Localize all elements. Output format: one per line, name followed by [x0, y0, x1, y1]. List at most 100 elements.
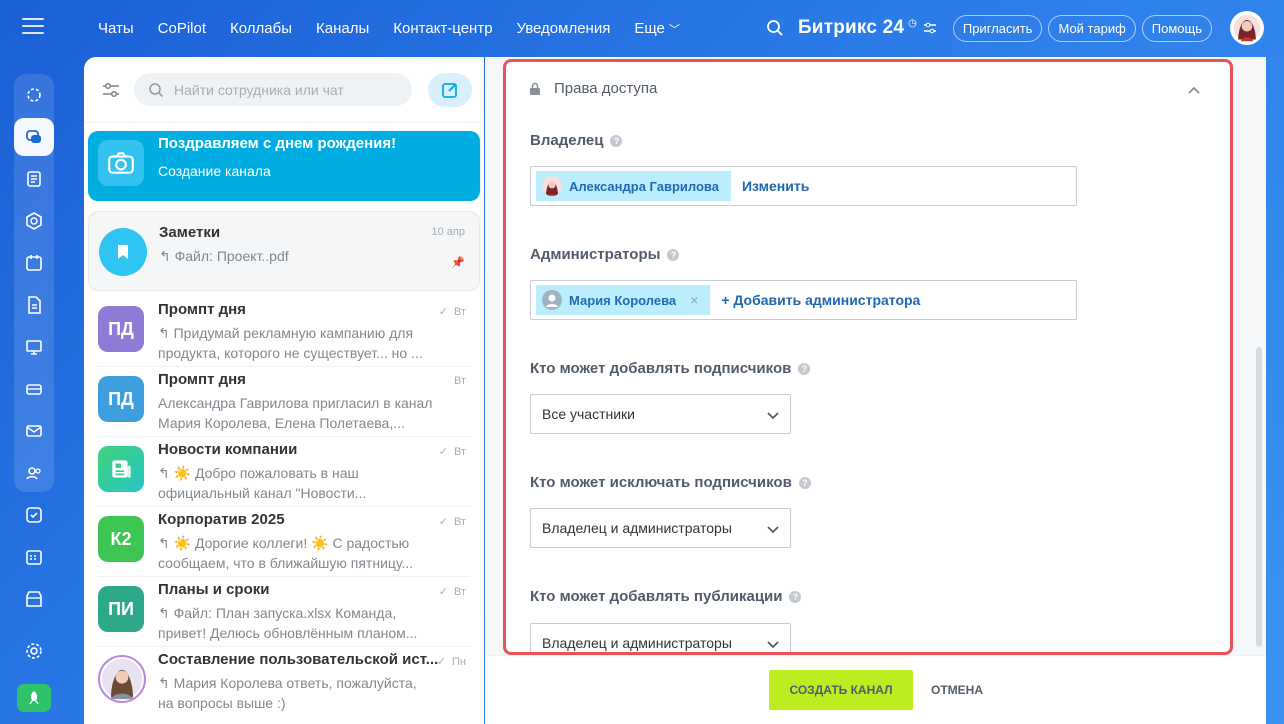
remove-subscribers-select[interactable]: Владелец и администраторы — [530, 508, 791, 548]
publish-label: Кто может добавлять публикации? — [530, 588, 802, 605]
chat-name: Поздравляем с днем рождения! — [158, 135, 397, 152]
publish-select[interactable]: Владелец и администраторы — [530, 623, 791, 652]
admins-label: Администраторы? — [530, 246, 680, 263]
chat-item[interactable]: ПД Промпт дня Александра Гаврилова пригл… — [88, 367, 480, 437]
chat-name: Новости компании — [158, 441, 298, 458]
menu-icon[interactable] — [22, 18, 44, 36]
rocket-icon[interactable] — [17, 684, 51, 712]
nav-item-copilot[interactable]: CoPilot — [158, 20, 206, 37]
help-icon[interactable]: ? — [798, 362, 811, 375]
chat-date: 10 апр — [431, 226, 465, 238]
nav-item-contact-center[interactable]: Контакт-центр — [393, 20, 492, 37]
add-subscribers-select[interactable]: Все участники — [530, 394, 791, 434]
chevron-down-icon: ﹀ — [669, 23, 681, 36]
section-title: Права доступа — [554, 80, 658, 97]
chat-avatar: ПИ — [98, 586, 144, 632]
cancel-button[interactable]: ОТМЕНА — [931, 670, 983, 710]
access-rights-section: Права доступа Владелец? Александра Гаври… — [503, 59, 1233, 655]
mail-icon[interactable] — [14, 412, 54, 450]
feed-icon[interactable] — [14, 76, 54, 114]
chat-list-panel: Найти сотрудника или чат Поздравляем с д… — [84, 57, 484, 724]
newspaper-icon — [98, 446, 144, 492]
owner-field[interactable]: Александра Гаврилова Изменить — [530, 166, 1077, 206]
channel-settings-panel: Права доступа Владелец? Александра Гаври… — [485, 57, 1266, 724]
chat-item[interactable]: Новости компании ↰ ☀️ Добро пожаловать в… — [88, 437, 480, 507]
settings-gear-icon[interactable] — [14, 632, 54, 670]
section-header: Права доступа — [528, 80, 657, 97]
chat-name: Корпоратив 2025 — [158, 511, 285, 528]
chevron-down-icon — [767, 641, 779, 649]
store-icon[interactable] — [14, 580, 54, 618]
chat-preview: ↰ Файл: План запуска.xlsx Команда, приве… — [158, 605, 418, 641]
nav-item-more[interactable]: Еще ﹀ — [634, 20, 680, 37]
help-icon[interactable]: ? — [610, 134, 623, 147]
remove-tag-icon[interactable]: × — [690, 292, 698, 308]
read-check-icon: ✓ — [436, 656, 447, 668]
help-button[interactable]: Помощь — [1141, 14, 1212, 42]
tasks-icon[interactable] — [14, 496, 54, 534]
admins-field[interactable]: Мария Королева × + Добавить администрато… — [530, 280, 1077, 320]
nav-item-channels[interactable]: Каналы — [316, 20, 369, 37]
brand-logo[interactable]: Битрикс 24 — [798, 17, 904, 39]
admin-tag: Мария Королева × — [536, 285, 711, 315]
chat-item[interactable]: К2 Корпоратив 2025 ↰ ☀️ Дорогие коллеги!… — [88, 507, 480, 577]
edit-icon — [442, 82, 457, 98]
my-plan-button[interactable]: Мой тариф — [1048, 14, 1136, 42]
hexagon-icon[interactable] — [14, 202, 54, 240]
search-input[interactable]: Найти сотрудника или чат — [134, 73, 412, 106]
user-avatar[interactable] — [1230, 11, 1264, 45]
tune-icon[interactable] — [923, 21, 937, 35]
pin-icon: 📌 — [451, 257, 465, 269]
read-check-icon: ✓ — [438, 586, 448, 598]
chevron-up-icon[interactable] — [1186, 82, 1202, 98]
chat-preview: ↰ Файл: Проект..pdf — [159, 248, 289, 264]
create-channel-button[interactable]: СОЗДАТЬ КАНАЛ — [769, 670, 913, 710]
nav-item-notifications[interactable]: Уведомления — [517, 20, 611, 37]
calendar-icon[interactable] — [14, 244, 54, 282]
chat-name: Составление пользовательской ист... — [158, 651, 439, 668]
owner-avatar — [542, 176, 562, 196]
help-icon[interactable]: ? — [667, 248, 680, 261]
chat-date: ✓ Вт — [438, 446, 466, 458]
news-icon[interactable] — [14, 160, 54, 198]
search-icon[interactable] — [766, 19, 784, 37]
owner-label: Владелец? — [530, 132, 623, 149]
chat-item[interactable]: Составление пользовательской ист... ↰ Ма… — [88, 647, 480, 717]
drive-icon[interactable] — [14, 370, 54, 408]
change-owner-link[interactable]: Изменить — [742, 178, 809, 194]
chat-name: Заметки — [159, 224, 221, 241]
chat-preview: Создание канала — [158, 163, 271, 179]
help-icon[interactable]: ? — [798, 476, 811, 489]
scrollbar[interactable] — [1256, 347, 1262, 647]
nav-item-collabs[interactable]: Коллабы — [230, 20, 292, 37]
help-icon[interactable]: ? — [789, 590, 802, 603]
chat-item[interactable]: Заметки ↰ Файл: Проект..pdf 10 апр 📌 — [88, 211, 480, 291]
compose-button[interactable] — [428, 72, 472, 107]
clock-icon: ◷ — [908, 17, 917, 29]
chat-name: Промпт дня — [158, 301, 246, 318]
chat-item[interactable]: ПИ Планы и сроки ↰ Файл: План запуска.xl… — [88, 577, 480, 647]
users-icon[interactable] — [14, 454, 54, 492]
planner-icon[interactable] — [14, 538, 54, 576]
chat-avatar-photo — [98, 655, 146, 703]
chat-preview: ↰ ☀️ Дорогие коллеги! ☀️ С радостью сооб… — [158, 535, 414, 571]
search-icon — [149, 82, 164, 97]
chat-avatar: ПД — [98, 376, 144, 422]
read-check-icon: ✓ — [438, 446, 448, 458]
chat-item[interactable]: ПД Промпт дня ↰ Придумай рекламную кампа… — [88, 297, 480, 367]
chat-item[interactable]: Поздравляем с днем рождения! Создание ка… — [88, 131, 480, 201]
board-icon[interactable] — [14, 328, 54, 366]
remove-subscribers-label: Кто может исключать подписчиков? — [530, 474, 811, 491]
filter-icon[interactable] — [100, 79, 122, 101]
chat-date: ✓ Вт — [438, 516, 466, 528]
read-check-icon: ✓ — [438, 306, 448, 318]
nav-item-chats[interactable]: Чаты — [98, 20, 134, 37]
invite-button[interactable]: Пригласить — [952, 14, 1043, 42]
add-admin-link[interactable]: + Добавить администратора — [721, 292, 920, 308]
document-icon[interactable] — [14, 286, 54, 324]
form-footer: СОЗДАТЬ КАНАЛ ОТМЕНА — [485, 655, 1266, 724]
top-right-bar: Битрикс 24 ◷ Пригласить Мой тариф Помощь — [766, 0, 1264, 56]
chat-icon[interactable] — [14, 118, 54, 156]
chevron-down-icon — [767, 412, 779, 420]
chat-name: Планы и сроки — [158, 581, 270, 598]
